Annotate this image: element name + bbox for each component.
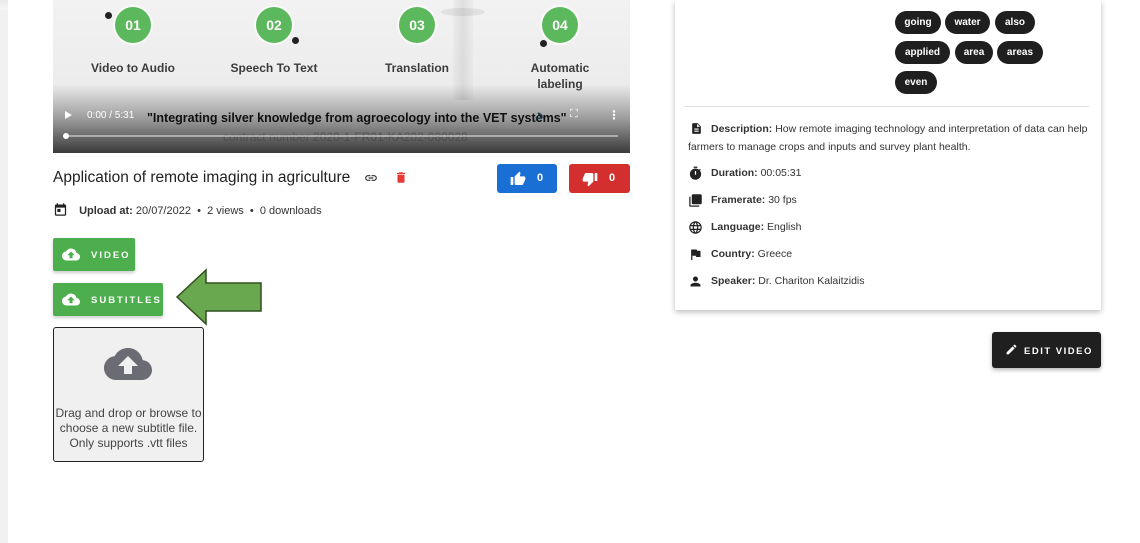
description-label: Description: — [711, 123, 773, 135]
tag-chip[interactable]: going — [895, 11, 941, 34]
cloud-upload-icon — [104, 348, 152, 380]
person-icon — [688, 274, 703, 292]
video-info-card: going water also applied area areas even… — [675, 0, 1101, 310]
video-overlay-title: "Integrating silver knowledge from agroe… — [147, 111, 567, 125]
edit-video-button[interactable]: EDIT VIDEO — [992, 332, 1101, 368]
upload-date: 20/07/2022 — [135, 204, 191, 217]
step-label-text: Automatic labeling — [530, 61, 590, 91]
globe-icon — [688, 220, 703, 238]
upload-video-button[interactable]: VIDEO — [53, 238, 135, 271]
library-icon — [688, 193, 703, 211]
video-title: Application of remote imaging in agricul… — [53, 169, 351, 186]
upload-label: Upload at: — [79, 204, 133, 217]
step-number: 01 — [115, 7, 151, 43]
flag-icon — [688, 247, 703, 265]
upload-video-label: VIDEO — [91, 250, 131, 261]
tag-chip[interactable]: water — [945, 11, 990, 34]
duration-label: Duration: — [711, 167, 758, 179]
dropzone-instructions: Drag and drop or browse to choose a new … — [54, 406, 203, 451]
dropzone-line: choose a new subtitle file. — [59, 421, 198, 435]
upload-info: Upload at: 20/07/2022 • 2 views • 0 down… — [53, 202, 322, 220]
view-count: 2 views — [207, 204, 244, 217]
dropzone-line: Drag and drop or browse to — [55, 406, 202, 420]
calendar-icon — [53, 202, 68, 220]
framerate-label: Framerate: — [711, 194, 766, 206]
video-step-1: 01 Video to Audio — [63, 0, 203, 76]
duration-value: 00:05:31 — [760, 167, 802, 179]
dropzone-line: Only supports .vtt files — [69, 436, 188, 450]
step-number: 02 — [256, 7, 292, 43]
cloud-upload-icon — [62, 248, 80, 261]
download-count: 0 downloads — [259, 204, 322, 217]
more-options-icon[interactable]: ⋮ — [608, 108, 620, 122]
video-step-4: 04 Automatic labeling — [490, 0, 630, 92]
link-icon[interactable] — [362, 171, 380, 190]
delete-icon[interactable] — [394, 169, 408, 191]
video-player[interactable]: 01 Video to Audio 02 Speech To Text 03 T… — [53, 0, 630, 153]
video-step-2: 02 Speech To Text — [204, 0, 344, 76]
dislike-count: 0 — [609, 172, 616, 184]
step-label: Automatic labeling — [490, 60, 630, 92]
thumbs-down-icon — [582, 173, 598, 187]
step-number: 03 — [399, 7, 435, 43]
pencil-icon — [1006, 344, 1017, 355]
description-text: Description: How remote imaging technolo… — [688, 120, 1088, 156]
play-icon[interactable] — [65, 111, 72, 119]
step-number: 04 — [542, 7, 578, 43]
tag-chip[interactable]: also — [995, 11, 1035, 34]
step-label: Video to Audio — [91, 61, 175, 75]
step-label: Speech To Text — [230, 61, 318, 75]
subtitle-dropzone[interactable]: Drag and drop or browse to choose a new … — [53, 327, 204, 462]
decor-dot — [105, 12, 112, 19]
country-label: Country: — [711, 248, 755, 260]
country-value: Greece — [757, 248, 793, 260]
language-label: Language: — [711, 221, 765, 233]
tag-chip[interactable]: area — [955, 41, 993, 64]
progress-knob[interactable] — [63, 133, 69, 139]
cloud-upload-icon — [62, 293, 80, 306]
step-label: Translation — [384, 61, 449, 75]
like-count: 0 — [537, 172, 544, 184]
language-value: English — [767, 221, 802, 233]
video-time: 0:00 / 5:31 — [87, 110, 135, 121]
card-divider — [685, 106, 1089, 107]
edit-video-label: EDIT VIDEO — [1024, 346, 1093, 357]
video-step-3: 03 Translation — [347, 0, 487, 76]
decor-dot — [292, 37, 299, 44]
tag-chip[interactable]: even — [895, 71, 937, 94]
fullscreen-icon[interactable]: ⛶ — [570, 108, 578, 121]
video-contract-text: contract number 2020-1-FR01-KA202-080028 — [223, 130, 468, 144]
speaker-label: Speaker: — [711, 275, 756, 287]
video-progress-bar[interactable] — [63, 133, 618, 139]
framerate-value: 30 fps — [768, 194, 797, 206]
speaker-value: Dr. Chariton Kalaitzidis — [758, 275, 865, 287]
thumbs-up-icon — [510, 171, 526, 185]
left-arrow-annotation-icon — [175, 268, 262, 326]
like-button[interactable]: 0 — [497, 164, 557, 193]
separator: • — [197, 204, 201, 217]
tag-chip[interactable]: areas — [997, 41, 1043, 64]
decor-dot — [540, 40, 547, 47]
tag-chip[interactable]: applied — [895, 41, 950, 64]
upload-subtitles-button[interactable]: SUBTITLES — [53, 283, 163, 316]
separator: • — [249, 204, 254, 217]
dislike-button[interactable]: 0 — [569, 164, 630, 193]
stopwatch-icon — [688, 166, 703, 184]
upload-subtitles-label: SUBTITLES — [91, 295, 162, 306]
